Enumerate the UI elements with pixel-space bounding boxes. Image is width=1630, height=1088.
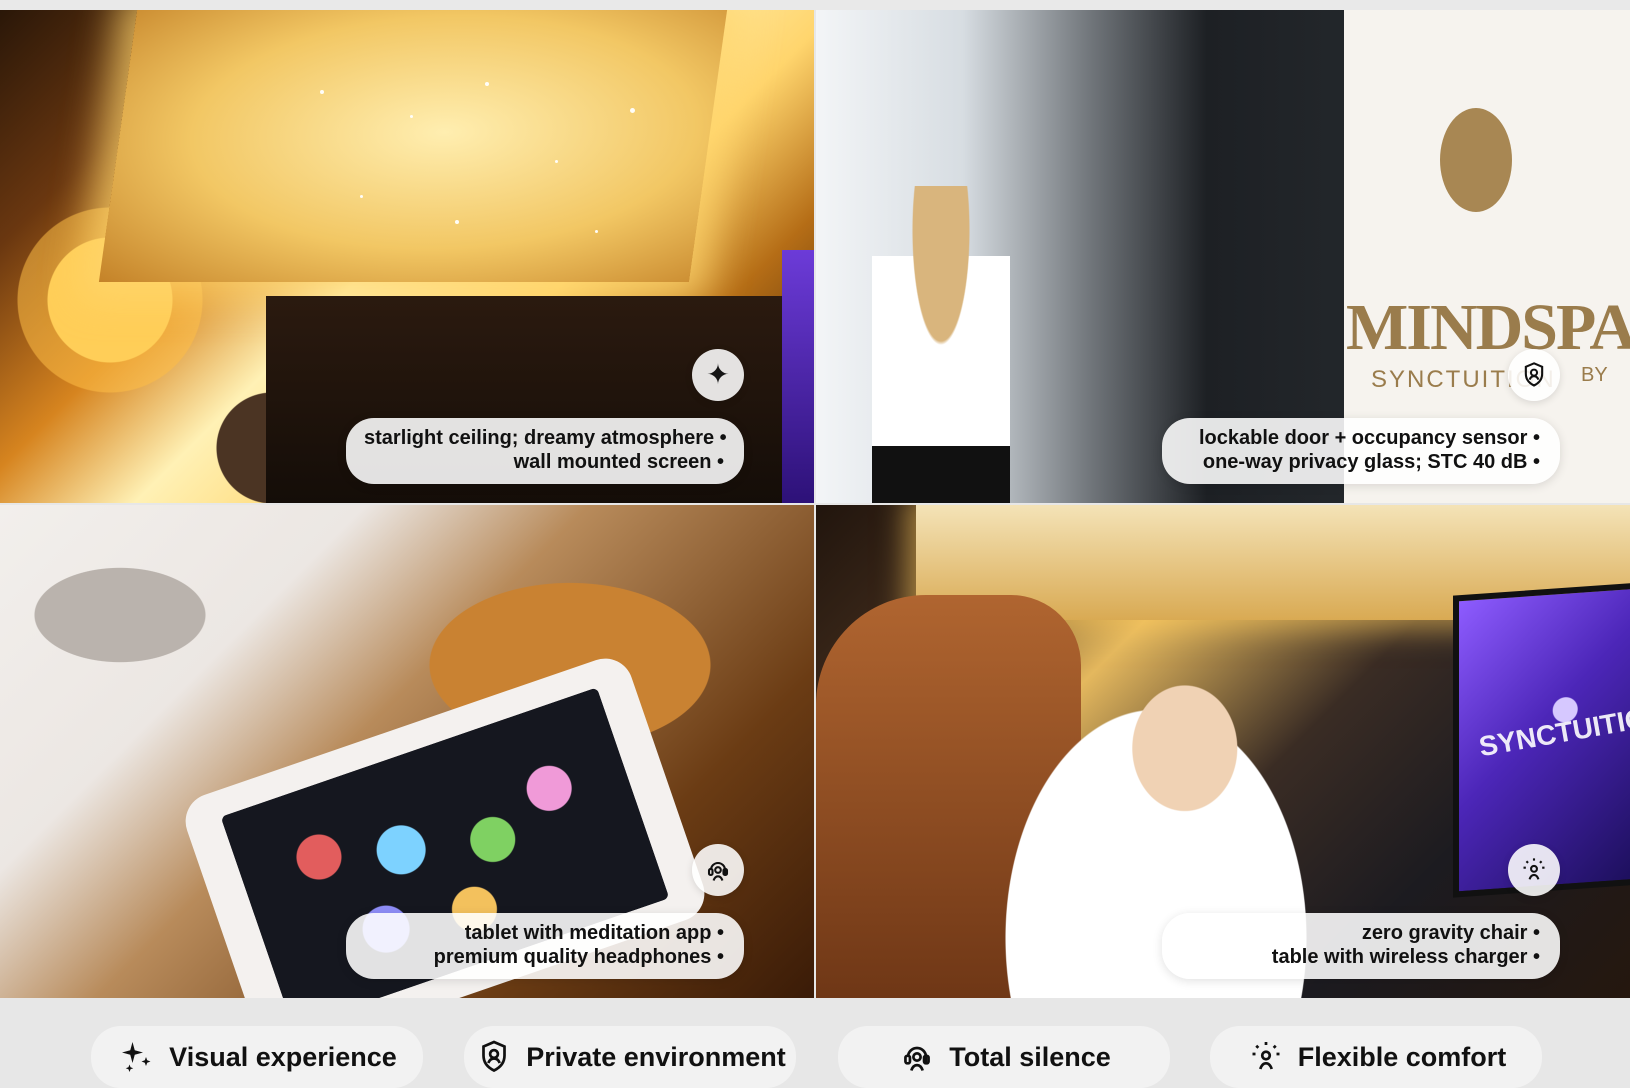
starlight-ceiling-photo: ✦ starlight ceiling; dreamy atmosphere •… [0,10,814,503]
person-spark-icon [1246,1037,1286,1077]
zero-gravity-chair-photo: SYNCTUITION zero gravity chair • table w… [816,505,1630,998]
sparkle-icon [117,1037,157,1077]
privacy-door-photo: MINDSPA SYNCTUITION BY lockable door + o… [816,10,1630,503]
feature-private-environment[interactable]: Private environment [464,1026,796,1088]
feature-label: Total silence [949,1041,1111,1072]
top-bar [0,0,1630,10]
ceiling-light [98,10,728,282]
caption-line: zero gravity chair • [1361,922,1540,944]
caption-line: table with wireless charger • [1271,946,1540,968]
feature-strip: Visual experience Private environment To… [0,998,1630,1088]
feature-label: Flexible comfort [1297,1041,1507,1072]
sign-by: BY [1581,364,1608,386]
feature-flexible-comfort[interactable]: Flexible comfort [1210,1026,1542,1088]
caption-line: premium quality headphones • [433,946,724,968]
caption-line: one-way privacy glass; STC 40 dB • [1202,451,1540,473]
person-spark-icon[interactable] [1508,844,1560,896]
caption-line: starlight ceiling; dreamy atmosphere • [364,427,727,449]
caption-bubble: tablet with meditation app • premium qua… [346,913,744,979]
shield-person-icon[interactable] [1508,349,1560,401]
woman-in-white-shirt [872,186,1010,503]
feature-label: Private environment [526,1041,786,1072]
feature-visual-experience[interactable]: Visual experience [91,1026,423,1088]
caption-line: tablet with meditation app • [464,922,724,944]
tablet-headphones-photo: tablet with meditation app • premium qua… [0,505,814,998]
person-headphones-icon [897,1037,937,1077]
person-headphones-icon[interactable] [692,844,744,896]
feature-total-silence[interactable]: Total silence [838,1026,1170,1088]
shield-person-icon [474,1037,514,1077]
caption-line: wall mounted screen • [513,451,724,473]
caption-bubble: lockable door + occupancy sensor • one-w… [1162,418,1560,484]
caption-bubble: zero gravity chair • table with wireless… [1162,913,1560,979]
sun-logo [1440,108,1512,212]
feature-label: Visual experience [169,1041,397,1072]
caption-line: lockable door + occupancy sensor • [1198,427,1540,449]
wall-screen-edge [782,250,814,503]
caption-bubble: starlight ceiling; dreamy atmosphere • w… [346,418,744,484]
sparkle-icon[interactable]: ✦ [692,349,744,401]
